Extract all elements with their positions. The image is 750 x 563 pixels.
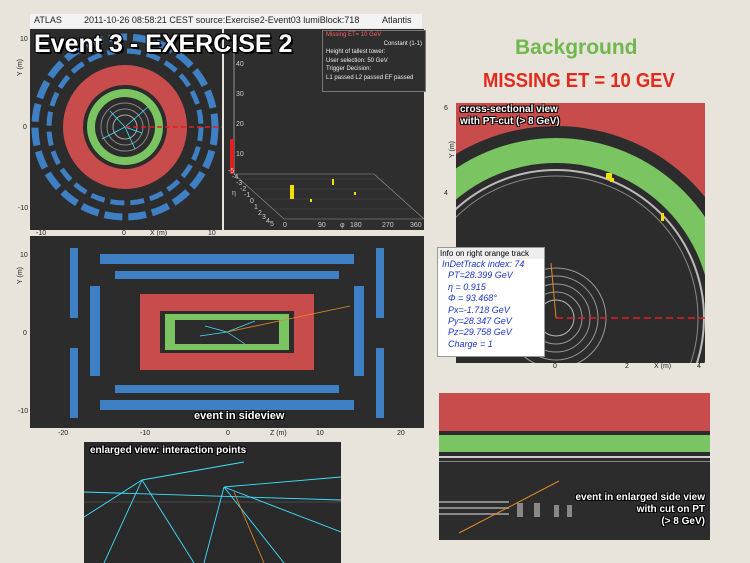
xy-view-graphic bbox=[30, 29, 222, 230]
interaction-caption: enlarged view: interaction points bbox=[90, 445, 247, 456]
legend-constant: Constant (1-1) bbox=[383, 40, 422, 47]
cs-ytick-6: 6 bbox=[444, 105, 448, 112]
lego-phi-90: 90 bbox=[318, 222, 326, 229]
track-info-box: Info on right orange track InDetTrack in… bbox=[437, 247, 545, 357]
interaction-tracks bbox=[84, 461, 341, 563]
header-timestamp: 2011-10-26 08:58:21 CEST source:Exercise… bbox=[84, 15, 360, 25]
track-pt: PT=28.399 GeV bbox=[448, 270, 513, 281]
legend-tallest-tower: Height of tallest tower: bbox=[326, 49, 386, 55]
xy-ylabel: Y (m) bbox=[16, 59, 24, 76]
lego-phi-0: 0 bbox=[283, 222, 287, 229]
interaction-points-panel[interactable] bbox=[84, 442, 341, 563]
es-caption-2: with cut on PT bbox=[636, 504, 705, 515]
legend-trigger-status: L1 passed L2 passed EF passed bbox=[326, 74, 414, 81]
lego-ztick-30: 30 bbox=[236, 91, 244, 98]
side-ytick-bottom: -10 bbox=[18, 408, 29, 415]
es-hadronic bbox=[439, 393, 710, 431]
lego-ztick-40: 40 bbox=[236, 61, 244, 68]
side-view-graphic bbox=[70, 248, 384, 418]
lego-phi-270: 270 bbox=[382, 222, 394, 229]
energy-towers bbox=[290, 179, 356, 202]
lego-phi-symbol: φ bbox=[340, 222, 345, 229]
track-eta: η = 0.915 bbox=[448, 281, 486, 292]
es-caption-3: (> 8 GeV) bbox=[661, 516, 705, 527]
side-xtick-10: 10 bbox=[316, 430, 324, 437]
es-caption-1: event in enlarged side view bbox=[575, 492, 706, 503]
cs-ylabel: Y (m) bbox=[448, 141, 456, 158]
xy-ytick-bottom: -10 bbox=[18, 205, 29, 212]
page-title: Event 3 - EXERCISE 2 bbox=[34, 30, 293, 58]
track-index: InDetTrack index: 74 bbox=[442, 259, 525, 269]
track-charge: Charge = 1 bbox=[448, 338, 493, 349]
es-em bbox=[439, 435, 710, 452]
track-py: Py=28.347 GeV bbox=[448, 316, 512, 327]
side-ytick-top: 10 bbox=[20, 252, 28, 259]
lego-ztick-20: 20 bbox=[236, 121, 244, 128]
side-ytick-mid: 0 bbox=[23, 330, 27, 337]
xy-ytick-top: 10 bbox=[20, 36, 28, 43]
background-label: Background bbox=[515, 36, 638, 59]
side-view-panel[interactable] bbox=[30, 236, 424, 428]
legend-missing-et: Missing ET= 10 GeV bbox=[326, 32, 382, 38]
trigger-legend: Missing ET= 10 GeV Constant (1-1) Height… bbox=[322, 30, 426, 92]
lego-phi-180: 180 bbox=[350, 222, 362, 229]
side-xtick-m10: -10 bbox=[140, 430, 151, 437]
lego-ztick-10: 10 bbox=[236, 151, 244, 158]
legend-trigger: Trigger Decision: bbox=[326, 66, 372, 72]
header-app: ATLAS bbox=[34, 15, 62, 25]
legend-user-selection: User selection: 50 GeV bbox=[326, 57, 388, 64]
cs-caption-1: cross-sectional view bbox=[460, 104, 558, 115]
cs-xtick-4: 4 bbox=[697, 363, 701, 370]
side-xtick-0: 0 bbox=[226, 430, 230, 437]
side-xtick-m20: -20 bbox=[58, 430, 69, 437]
header-brand: Atlantis bbox=[382, 15, 412, 25]
side-xlabel: Z (m) bbox=[270, 430, 287, 437]
cs-xtick-2: 2 bbox=[625, 363, 629, 370]
side-ylabel: Y (m) bbox=[16, 267, 24, 284]
track-pz: Pz=29.758 GeV bbox=[448, 327, 512, 338]
track-info-title: Info on right orange track bbox=[438, 248, 544, 259]
lego-eta-symbol: η bbox=[232, 190, 236, 197]
side-xtick-20: 20 bbox=[397, 430, 405, 437]
event-header: ATLAS 2011-10-26 08:58:21 CEST source:Ex… bbox=[30, 14, 422, 28]
track-px: Px=-1.718 GeV bbox=[448, 304, 510, 315]
cs-xlabel: X (m) bbox=[654, 363, 672, 370]
track-phi: Φ = 93.468° bbox=[448, 293, 497, 304]
interaction-graphic bbox=[84, 461, 341, 563]
eta-tick: 5 bbox=[270, 221, 274, 228]
side-view-caption: event in sideview bbox=[194, 410, 285, 422]
cs-xtick-0: 0 bbox=[553, 363, 557, 370]
missing-et-label: MISSING ET = 10 GEV bbox=[483, 70, 675, 92]
xy-ytick-mid: 0 bbox=[23, 124, 27, 131]
xy-view-panel[interactable] bbox=[30, 29, 222, 230]
cs-caption-2: with PT-cut (> 8 GeV) bbox=[460, 116, 560, 127]
lego-phi-360: 360 bbox=[410, 222, 422, 229]
cs-ytick-4: 4 bbox=[444, 190, 448, 197]
